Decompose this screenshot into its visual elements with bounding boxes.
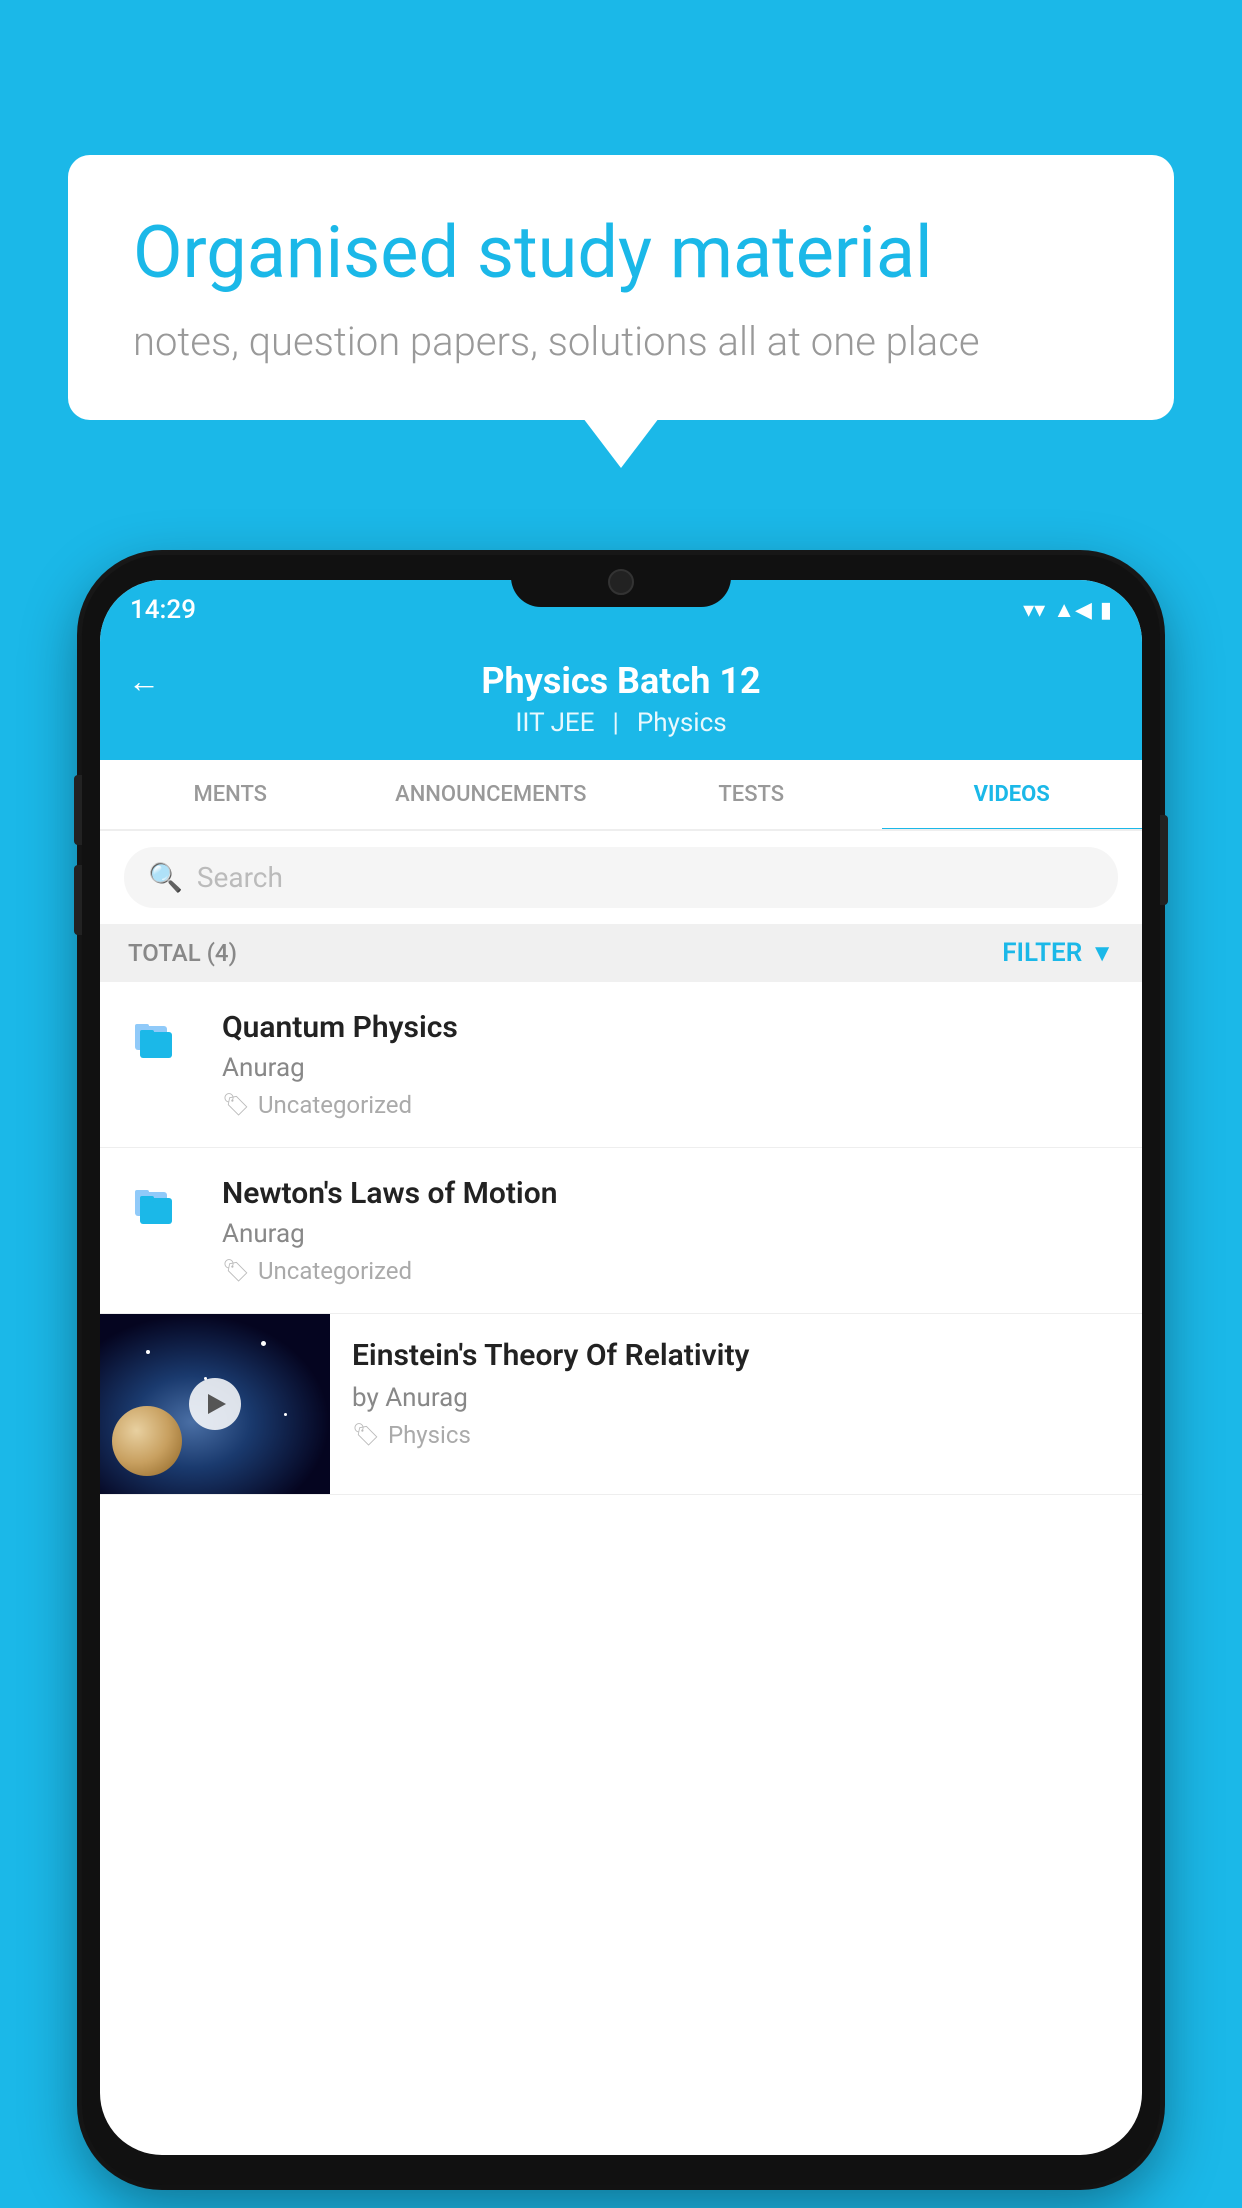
item-title-quantum: Quantum Physics xyxy=(222,1010,1114,1045)
filter-label: FILTER xyxy=(1002,938,1082,968)
search-input-wrapper[interactable]: 🔍 Search xyxy=(124,847,1118,908)
star-1 xyxy=(146,1350,150,1354)
vol-down-button xyxy=(74,865,82,935)
play-button-einstein[interactable] xyxy=(189,1378,241,1430)
thumb-container-einstein xyxy=(100,1314,330,1494)
tab-videos[interactable]: VIDEOS xyxy=(882,760,1143,829)
item-info-quantum: Quantum Physics Anurag 🏷 Uncategorized xyxy=(222,1010,1114,1119)
tag-label-einstein: Physics xyxy=(388,1421,471,1449)
header-title: Physics Batch 12 xyxy=(481,660,760,702)
filter-icon: ▼ xyxy=(1090,939,1114,968)
camera xyxy=(608,569,634,595)
star-4 xyxy=(284,1413,287,1416)
header-tag-iitjee: IIT JEE xyxy=(515,708,594,738)
speech-bubble-container: Organised study material notes, question… xyxy=(68,155,1174,420)
tag-label-newton: Uncategorized xyxy=(258,1257,412,1285)
wifi-icon: ▾▾ xyxy=(1023,598,1045,623)
phone-notch xyxy=(511,555,731,607)
list-item[interactable]: Newton's Laws of Motion Anurag 🏷 Uncateg… xyxy=(100,1148,1142,1314)
content-list: Quantum Physics Anurag 🏷 Uncategorized xyxy=(100,982,1142,1495)
tab-tests[interactable]: TESTS xyxy=(621,760,882,829)
folder-icon-newton xyxy=(128,1176,196,1244)
list-item-einstein[interactable]: Einstein's Theory Of Relativity by Anura… xyxy=(100,1314,1142,1495)
bubble-subtitle: notes, question papers, solutions all at… xyxy=(133,318,1109,365)
tag-icon-quantum: 🏷 xyxy=(222,1093,250,1118)
tab-announcements-label: ANNOUNCEMENTS xyxy=(395,782,586,807)
tag-icon-einstein: 🏷 xyxy=(352,1423,380,1448)
app-header: ← Physics Batch 12 IIT JEE | Physics xyxy=(100,640,1142,760)
signal-icon: ▲◀ xyxy=(1053,597,1092,623)
total-count: TOTAL (4) xyxy=(128,939,237,967)
speech-bubble: Organised study material notes, question… xyxy=(68,155,1174,420)
item-author-quantum: Anurag xyxy=(222,1053,1114,1083)
folder-icon-quantum xyxy=(128,1010,196,1078)
phone-screen: 14:29 ▾▾ ▲◀ ▮ ← Physics Batch 12 IIT JEE… xyxy=(100,580,1142,2155)
list-item[interactable]: Quantum Physics Anurag 🏷 Uncategorized xyxy=(100,982,1142,1148)
planet xyxy=(112,1406,182,1476)
tab-ments[interactable]: MENTS xyxy=(100,760,361,829)
header-tag-physics: Physics xyxy=(637,708,727,738)
tab-tests-label: TESTS xyxy=(718,782,784,807)
search-bar: 🔍 Search xyxy=(100,831,1142,924)
filter-button[interactable]: FILTER ▼ xyxy=(1002,938,1114,968)
item-title-newton: Newton's Laws of Motion xyxy=(222,1176,1114,1211)
header-tag-separator: | xyxy=(612,708,618,738)
back-button[interactable]: ← xyxy=(128,662,160,700)
item-tag-quantum: 🏷 Uncategorized xyxy=(222,1091,1114,1119)
tabs-bar: MENTS ANNOUNCEMENTS TESTS VIDEOS xyxy=(100,760,1142,831)
tab-ments-label: MENTS xyxy=(193,782,267,807)
play-triangle-icon xyxy=(208,1394,226,1414)
battery-icon: ▮ xyxy=(1100,598,1112,623)
item-author-einstein: by Anurag xyxy=(352,1383,1120,1413)
item-info-newton: Newton's Laws of Motion Anurag 🏷 Uncateg… xyxy=(222,1176,1114,1285)
vol-up-button xyxy=(74,775,82,845)
status-icons: ▾▾ ▲◀ ▮ xyxy=(1023,597,1112,623)
tab-videos-label: VIDEOS xyxy=(974,782,1050,807)
tab-announcements[interactable]: ANNOUNCEMENTS xyxy=(361,760,622,829)
power-button xyxy=(1160,815,1168,905)
header-tags: IIT JEE | Physics xyxy=(515,708,726,738)
item-author-newton: Anurag xyxy=(222,1219,1114,1249)
star-3 xyxy=(261,1341,266,1346)
search-input[interactable]: Search xyxy=(197,861,283,894)
tag-icon-newton: 🏷 xyxy=(222,1259,250,1284)
item-title-einstein: Einstein's Theory Of Relativity xyxy=(352,1336,1120,1375)
search-icon: 🔍 xyxy=(148,861,183,894)
item-tag-einstein: 🏷 Physics xyxy=(352,1421,1120,1449)
status-time: 14:29 xyxy=(130,595,196,625)
filter-bar: TOTAL (4) FILTER ▼ xyxy=(100,924,1142,982)
bubble-title: Organised study material xyxy=(133,210,1109,296)
tag-label-quantum: Uncategorized xyxy=(258,1091,412,1119)
thumb-info-einstein: Einstein's Theory Of Relativity by Anura… xyxy=(330,1314,1142,1471)
item-tag-newton: 🏷 Uncategorized xyxy=(222,1257,1114,1285)
phone-frame: 14:29 ▾▾ ▲◀ ▮ ← Physics Batch 12 IIT JEE… xyxy=(82,555,1160,2185)
